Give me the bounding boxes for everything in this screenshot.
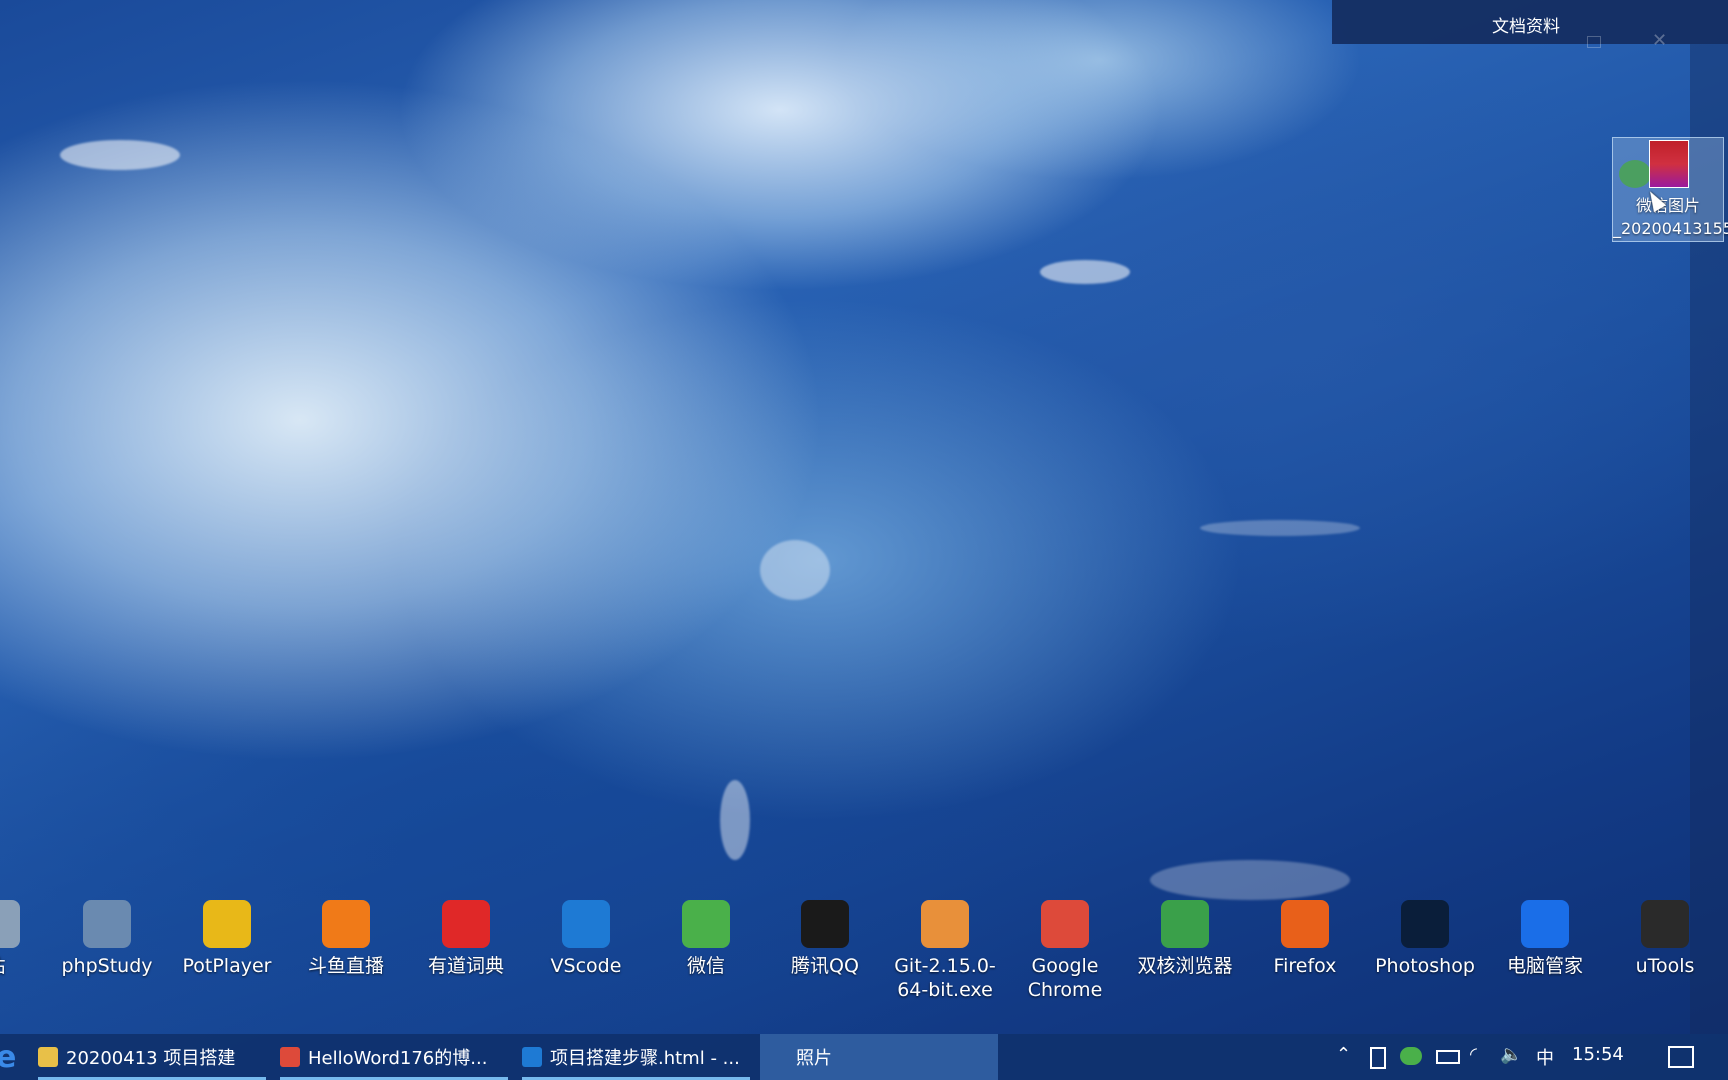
desktop-icon-label: 斗鱼直播 [307, 955, 384, 977]
desktop-icon-utools[interactable]: uTools [1609, 896, 1721, 1006]
chevron-up-icon[interactable]: ⌃ [1336, 1044, 1351, 1065]
desktop-icon-recycle-bin[interactable]: 站 [0, 896, 52, 1006]
vscode-icon [562, 900, 610, 948]
desktop-icon-pc-manager[interactable]: 电脑管家 [1489, 896, 1601, 1006]
edge-icon[interactable]: e [0, 1034, 30, 1080]
douyu-icon [322, 900, 370, 948]
desktop-icon-potplayer[interactable]: PotPlayer [171, 896, 283, 1006]
desktop-icon-label: 有道词典 [427, 955, 504, 977]
folder-icon [38, 1047, 58, 1067]
desktop-icon-label: Git-2.15.0-64-bit.exe [894, 955, 996, 1001]
taskbar-item-label: 照片 [796, 1048, 832, 1069]
taskbar-item-4[interactable]: 照片 [760, 1034, 998, 1080]
taskbar-item-2[interactable]: HelloWord176的博... [280, 1034, 508, 1080]
taskbar-item-label: 20200413 项目搭建 [66, 1048, 236, 1069]
clock[interactable]: 15:54 [1572, 1044, 1624, 1065]
phpstudy-icon [83, 900, 131, 948]
desktop-icon-label: Photoshop [1375, 955, 1475, 977]
photoshop-icon [1401, 900, 1449, 948]
image-thumbnail-icon [1649, 140, 1689, 188]
volume-icon[interactable]: 🔈 [1500, 1044, 1522, 1065]
battery-icon[interactable] [1436, 1050, 1460, 1064]
desktop-icon-label: 双核浏览器 [1137, 955, 1233, 977]
document-window[interactable]: 文档资料 ✕ [1332, 0, 1728, 51]
restore-icon[interactable] [1587, 36, 1601, 48]
pc-manager-icon [1521, 900, 1569, 948]
window-title: 文档资料 [1492, 17, 1560, 37]
firefox-icon [1281, 900, 1329, 948]
taskbar: e 20200413 项目搭建 HelloWord176的博... 项目搭建步骤.h… [0, 1034, 1728, 1080]
desktop-icon-wechat[interactable]: 微信 [650, 896, 762, 1006]
wechat-tray-icon[interactable] [1400, 1047, 1422, 1065]
usb-device-icon[interactable] [1370, 1047, 1386, 1069]
taskbar-item-label: 项目搭建步骤.html - ... [550, 1048, 740, 1069]
desktop-icon-label: 腾讯QQ [791, 955, 859, 977]
desktop-icon-label: Google Chrome [1027, 955, 1103, 1001]
taskbar-item-3[interactable]: 项目搭建步骤.html - ... [522, 1034, 750, 1080]
system-tray: ⌃ ◜ 🔈 中 15:54 [1328, 1034, 1728, 1080]
desktop-icon-chrome[interactable]: Google Chrome [1009, 896, 1121, 1006]
desktop-icon-label: uTools [1635, 955, 1695, 977]
desktop-icon-label: 微信 [686, 955, 725, 977]
desktop-icon-label: phpStudy [61, 955, 153, 977]
vscode-icon [522, 1047, 542, 1067]
desktop-icon-label: 站 [0, 954, 52, 978]
desktop-icon-youdao[interactable]: 有道词典 [410, 896, 522, 1006]
desktop-icon-label: Firefox [1273, 955, 1337, 977]
dual-core-browser-icon [1161, 900, 1209, 948]
close-icon[interactable]: ✕ [1652, 30, 1667, 51]
potplayer-icon [203, 900, 251, 948]
recycle-bin-icon [0, 900, 20, 948]
desktop-icon-label: 电脑管家 [1506, 955, 1583, 977]
desktop-file-wechat-image[interactable]: 微信图片_20200413155... [1612, 137, 1728, 242]
taskbar-item-1[interactable]: 20200413 项目搭建 [38, 1034, 266, 1080]
desktop-icon-photoshop[interactable]: Photoshop [1369, 896, 1481, 1006]
desktop-icon-git[interactable]: Git-2.15.0-64-bit.exe [889, 896, 1001, 1006]
desktop-icon-firefox[interactable]: Firefox [1249, 896, 1361, 1006]
utools-icon [1641, 900, 1689, 948]
desktop-icon-label: VScode [550, 955, 622, 977]
git-icon [921, 900, 969, 948]
desktop-icon-dual-core-browser[interactable]: 双核浏览器 [1129, 896, 1241, 1006]
desktop-icon-vscode[interactable]: VScode [530, 896, 642, 1006]
image-thumbnail-bg [1619, 160, 1651, 188]
taskbar-item-label: HelloWord176的博... [308, 1048, 488, 1069]
chrome-icon [1041, 900, 1089, 948]
desktop-icon-douyu[interactable]: 斗鱼直播 [290, 896, 402, 1006]
notification-icon[interactable] [1668, 1046, 1694, 1068]
wifi-icon[interactable]: ◜ [1470, 1044, 1477, 1065]
desktop-icon-label: PotPlayer [182, 955, 272, 977]
desktop-icon-phpstudy[interactable]: phpStudy [51, 896, 163, 1006]
file-name: 微信图片_20200413155... [1613, 196, 1728, 238]
wechat-icon [682, 900, 730, 948]
youdao-icon [442, 900, 490, 948]
ime-indicator[interactable]: 中 [1536, 1044, 1554, 1070]
desktop-icon-qq[interactable]: 腾讯QQ [769, 896, 881, 1006]
chrome-icon [280, 1047, 300, 1067]
qq-icon [801, 900, 849, 948]
